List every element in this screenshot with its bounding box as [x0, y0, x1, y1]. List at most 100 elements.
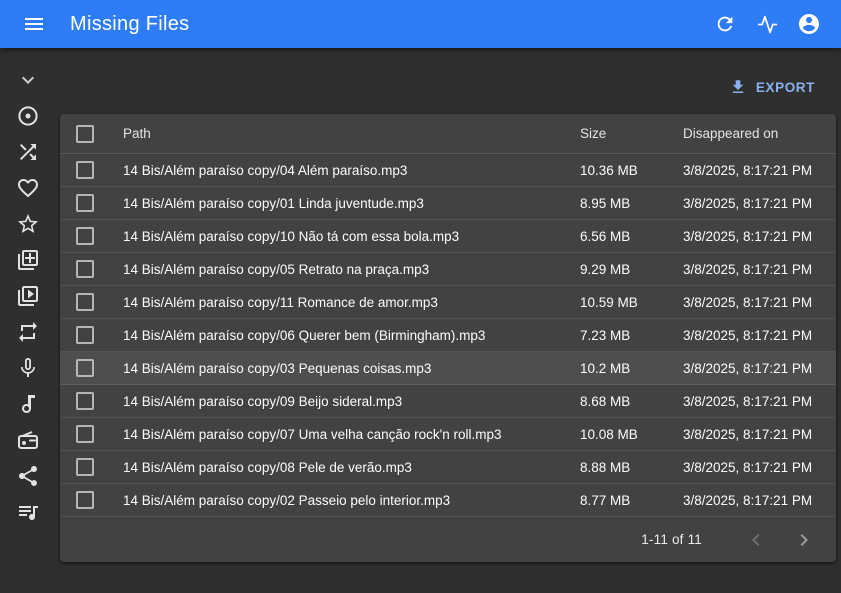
column-header-size[interactable]: Size: [567, 126, 670, 141]
row-checkbox[interactable]: [76, 260, 94, 278]
disappeared-cell: 3/8/2025, 8:17:21 PM: [670, 361, 836, 376]
shuffle-icon: [16, 140, 40, 164]
disappeared-cell: 3/8/2025, 8:17:21 PM: [670, 196, 836, 211]
disappeared-cell: 3/8/2025, 8:17:21 PM: [670, 427, 836, 442]
sidebar-item-recently-added[interactable]: [10, 242, 46, 278]
sidebar-item-playlists[interactable]: [10, 494, 46, 530]
path-cell: 14 Bis/Além paraíso copy/01 Linda juvent…: [110, 196, 567, 211]
table-row[interactable]: 14 Bis/Além paraíso copy/03 Pequenas coi…: [60, 352, 836, 385]
radio-icon: [16, 428, 40, 452]
path-cell: 14 Bis/Além paraíso copy/07 Uma velha ca…: [110, 427, 567, 442]
activity-button[interactable]: [747, 4, 787, 44]
size-cell: 10.59 MB: [567, 295, 670, 310]
sidebar-item-random[interactable]: [10, 134, 46, 170]
path-cell: 14 Bis/Além paraíso copy/11 Romance de a…: [110, 295, 567, 310]
table-row[interactable]: 14 Bis/Além paraíso copy/10 Não tá com e…: [60, 220, 836, 253]
size-cell: 6.56 MB: [567, 229, 670, 244]
download-icon: [729, 78, 747, 96]
table-row[interactable]: 14 Bis/Além paraíso copy/01 Linda juvent…: [60, 187, 836, 220]
account-button[interactable]: [789, 4, 829, 44]
chevron-right-icon: [792, 528, 816, 552]
chevron-left-icon: [744, 528, 768, 552]
table-header-row: Path Size Disappeared on: [60, 114, 836, 154]
path-cell: 14 Bis/Além paraíso copy/09 Beijo sidera…: [110, 394, 567, 409]
path-cell: 14 Bis/Além paraíso copy/02 Passeio pelo…: [110, 493, 567, 508]
select-all-checkbox[interactable]: [76, 125, 94, 143]
sidebar-item-albums[interactable]: [10, 98, 46, 134]
table-row[interactable]: 14 Bis/Além paraíso copy/05 Retrato na p…: [60, 253, 836, 286]
export-button[interactable]: EXPORT: [723, 74, 821, 100]
row-checkbox[interactable]: [76, 293, 94, 311]
size-cell: 10.36 MB: [567, 163, 670, 178]
menu-button[interactable]: [14, 4, 54, 44]
size-cell: 8.77 MB: [567, 493, 670, 508]
path-cell: 14 Bis/Além paraíso copy/08 Pele de verã…: [110, 460, 567, 475]
chevron-down-icon: [16, 68, 40, 92]
table-row[interactable]: 14 Bis/Além paraíso copy/08 Pele de verã…: [60, 451, 836, 484]
sidebar-collapse-button[interactable]: [10, 62, 46, 98]
sidebar-item-shares[interactable]: [10, 458, 46, 494]
sidebar-item-top-rated[interactable]: [10, 206, 46, 242]
table-row[interactable]: 14 Bis/Além paraíso copy/11 Romance de a…: [60, 286, 836, 319]
missing-files-table: Path Size Disappeared on 14 Bis/Além par…: [60, 114, 836, 562]
size-cell: 10.2 MB: [567, 361, 670, 376]
sidebar-item-radios[interactable]: [10, 422, 46, 458]
size-cell: 8.95 MB: [567, 196, 670, 211]
appbar: Missing Files: [0, 0, 841, 48]
next-page-button[interactable]: [784, 520, 824, 560]
disappeared-cell: 3/8/2025, 8:17:21 PM: [670, 493, 836, 508]
sidebar-item-artists[interactable]: [10, 350, 46, 386]
previous-page-button[interactable]: [736, 520, 776, 560]
path-cell: 14 Bis/Além paraíso copy/05 Retrato na p…: [110, 262, 567, 277]
sidebar-item-favourites[interactable]: [10, 170, 46, 206]
sidebar: [0, 48, 56, 593]
disappeared-cell: 3/8/2025, 8:17:21 PM: [670, 394, 836, 409]
table-row[interactable]: 14 Bis/Além paraíso copy/09 Beijo sidera…: [60, 385, 836, 418]
refresh-button[interactable]: [705, 4, 745, 44]
row-checkbox[interactable]: [76, 227, 94, 245]
row-checkbox[interactable]: [76, 194, 94, 212]
path-cell: 14 Bis/Além paraíso copy/04 Além paraíso…: [110, 163, 567, 178]
disappeared-cell: 3/8/2025, 8:17:21 PM: [670, 295, 836, 310]
sidebar-item-songs[interactable]: [10, 386, 46, 422]
repeat-icon: [16, 320, 40, 344]
pagination: 1-11 of 11: [60, 517, 836, 562]
size-cell: 7.23 MB: [567, 328, 670, 343]
music-note-icon: [16, 392, 40, 416]
row-checkbox[interactable]: [76, 326, 94, 344]
playlist-icon: [16, 500, 40, 524]
disappeared-cell: 3/8/2025, 8:17:21 PM: [670, 163, 836, 178]
size-cell: 10.08 MB: [567, 427, 670, 442]
table-row[interactable]: 14 Bis/Além paraíso copy/04 Além paraíso…: [60, 154, 836, 187]
video-library-icon: [16, 284, 40, 308]
disappeared-cell: 3/8/2025, 8:17:21 PM: [670, 262, 836, 277]
table-row[interactable]: 14 Bis/Além paraíso copy/02 Passeio pelo…: [60, 484, 836, 517]
disappeared-cell: 3/8/2025, 8:17:21 PM: [670, 328, 836, 343]
table-row[interactable]: 14 Bis/Além paraíso copy/06 Querer bem (…: [60, 319, 836, 352]
path-cell: 14 Bis/Além paraíso copy/06 Querer bem (…: [110, 328, 567, 343]
menu-icon: [22, 12, 46, 36]
row-checkbox[interactable]: [76, 161, 94, 179]
table-body: 14 Bis/Além paraíso copy/04 Além paraíso…: [60, 154, 836, 517]
album-icon: [16, 104, 40, 128]
row-checkbox[interactable]: [76, 458, 94, 476]
disappeared-cell: 3/8/2025, 8:17:21 PM: [670, 460, 836, 475]
heart-icon: [16, 176, 40, 200]
sidebar-item-recently-played[interactable]: [10, 314, 46, 350]
path-cell: 14 Bis/Além paraíso copy/10 Não tá com e…: [110, 229, 567, 244]
row-checkbox[interactable]: [76, 359, 94, 377]
refresh-icon: [714, 13, 736, 35]
table-row[interactable]: 14 Bis/Além paraíso copy/07 Uma velha ca…: [60, 418, 836, 451]
size-cell: 9.29 MB: [567, 262, 670, 277]
size-cell: 8.68 MB: [567, 394, 670, 409]
row-checkbox[interactable]: [76, 425, 94, 443]
column-header-path[interactable]: Path: [110, 126, 567, 141]
size-cell: 8.88 MB: [567, 460, 670, 475]
activity-icon: [757, 14, 778, 35]
column-header-disappeared-on[interactable]: Disappeared on: [670, 126, 836, 141]
mic-icon: [16, 356, 40, 380]
star-icon: [16, 212, 40, 236]
row-checkbox[interactable]: [76, 392, 94, 410]
row-checkbox[interactable]: [76, 491, 94, 509]
sidebar-item-most-played[interactable]: [10, 278, 46, 314]
